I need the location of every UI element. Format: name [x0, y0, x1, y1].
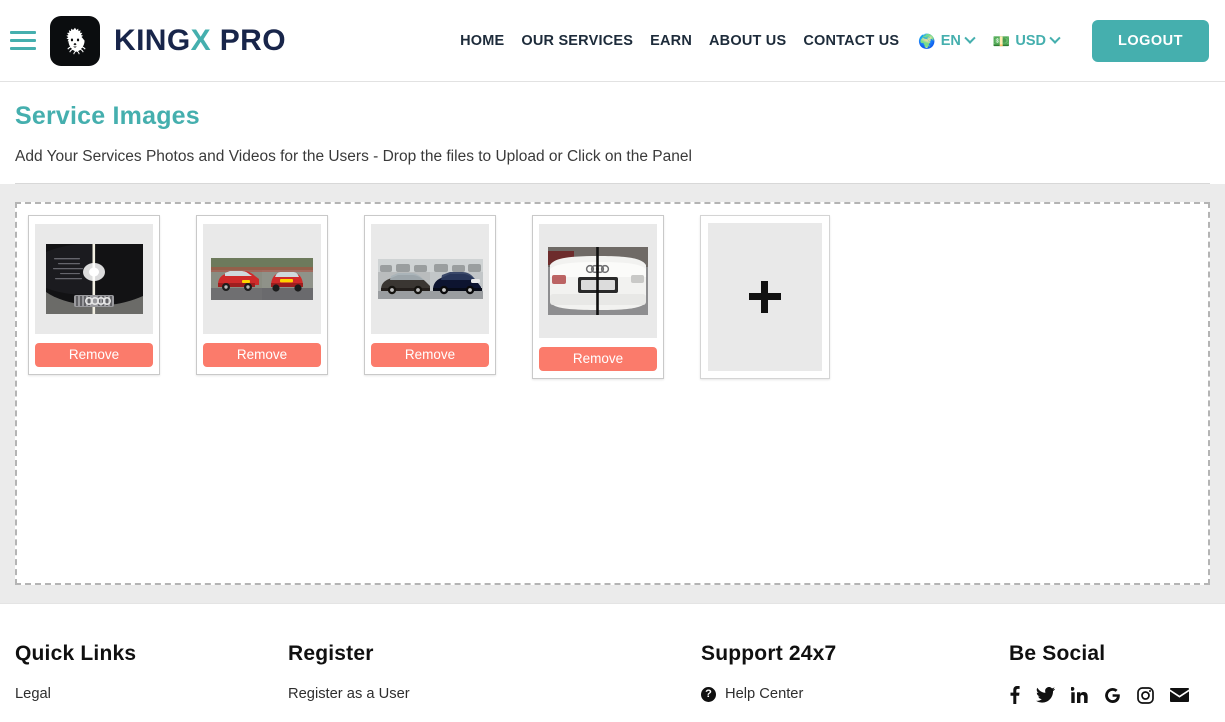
nav-item-earn[interactable]: EARN — [650, 33, 692, 49]
instagram-icon[interactable] — [1137, 686, 1154, 704]
logout-button[interactable]: LOGOUT — [1091, 19, 1209, 62]
nav-item-about-us[interactable]: ABOUT US — [709, 33, 786, 49]
plus-icon — [749, 281, 781, 313]
language-selector-label: EN — [940, 32, 961, 49]
remove-image-button[interactable]: Remove — [203, 343, 321, 367]
google-icon[interactable] — [1104, 687, 1121, 704]
uploader-section: Remove Remove Remove Remove — [0, 184, 1225, 603]
linkedin-icon[interactable] — [1071, 687, 1088, 703]
footer-heading-register: Register — [288, 642, 374, 665]
chevron-down-icon — [1049, 32, 1061, 44]
add-image-button[interactable] — [700, 215, 830, 379]
twitter-icon[interactable] — [1036, 687, 1055, 703]
page-title: Service Images — [15, 102, 200, 130]
nav-item-our-services[interactable]: OUR SERVICES — [521, 33, 633, 49]
site-header: KINGX PRO HOME OUR SERVICES EARN ABOUT U… — [0, 0, 1225, 82]
currency-selector-label: USD — [1015, 32, 1046, 49]
nav-item-home[interactable]: HOME — [460, 33, 504, 49]
lion-head-logo-icon — [50, 15, 100, 66]
image-thumbnail — [35, 224, 153, 334]
social-links — [1009, 686, 1189, 704]
image-thumbnail — [539, 224, 657, 338]
footer-column-be-social: Be Social — [1009, 642, 1189, 704]
hamburger-bar — [10, 47, 36, 50]
footer-link-label: Register as a User — [288, 686, 410, 702]
hamburger-bar — [10, 39, 36, 42]
footer-column-quick-links: Quick Links Legal — [15, 642, 288, 704]
footer-heading-support: Support 24x7 — [701, 642, 837, 665]
email-icon[interactable] — [1170, 688, 1189, 702]
remove-image-button[interactable]: Remove — [539, 347, 657, 371]
footer-column-support: Support 24x7 ? Help Center — [701, 642, 1009, 704]
uploaded-image-card: Remove — [196, 215, 328, 375]
facebook-icon[interactable] — [1009, 686, 1020, 704]
footer-link-help-center[interactable]: ? Help Center — [701, 686, 1009, 702]
question-mark-icon: ? — [701, 686, 716, 702]
footer-heading-be-social: Be Social — [1009, 642, 1106, 665]
money-icon: 💵 — [992, 32, 1011, 49]
hamburger-menu-icon[interactable] — [10, 26, 40, 56]
footer-link-label: Help Center — [725, 686, 804, 702]
footer-link-legal[interactable]: Legal — [15, 686, 288, 702]
footer-link-label: Legal — [15, 686, 51, 702]
brand-logo[interactable]: KINGX PRO — [50, 15, 286, 66]
uploaded-image-card: Remove — [364, 215, 496, 375]
brand-name: KINGX PRO — [114, 24, 286, 58]
page-header-block: Service Images Add Your Services Photos … — [0, 82, 1225, 184]
site-footer: Quick Links Legal Register Register as a… — [0, 603, 1225, 704]
brand-name-accent: X — [190, 23, 212, 57]
image-thumbnail — [203, 224, 321, 334]
file-dropzone[interactable]: Remove Remove Remove Remove — [15, 202, 1210, 585]
footer-heading-quick-links: Quick Links — [15, 642, 137, 665]
globe-icon: 🌍 — [918, 32, 936, 49]
uploaded-image-card: Remove — [532, 215, 664, 379]
footer-column-register: Register Register as a User — [288, 642, 701, 704]
nav-item-contact-us[interactable]: CONTACT US — [803, 33, 899, 49]
chevron-down-icon — [964, 32, 976, 44]
remove-image-button[interactable]: Remove — [35, 343, 153, 367]
remove-image-button[interactable]: Remove — [371, 343, 489, 367]
currency-selector[interactable]: 💵 USD — [992, 32, 1061, 49]
language-selector[interactable]: 🌍 EN — [918, 32, 976, 49]
page-subtitle: Add Your Services Photos and Videos for … — [15, 148, 692, 165]
footer-link-register-as-a-user[interactable]: Register as a User — [288, 686, 701, 702]
main-navigation: HOME OUR SERVICES EARN ABOUT US CONTACT … — [460, 19, 1209, 62]
brand-name-part1: KING — [114, 23, 191, 57]
add-image-placeholder — [708, 223, 822, 371]
uploaded-image-card: Remove — [28, 215, 160, 375]
image-thumbnail — [371, 224, 489, 334]
brand-name-part2: PRO — [211, 23, 286, 57]
hamburger-bar — [10, 31, 36, 34]
